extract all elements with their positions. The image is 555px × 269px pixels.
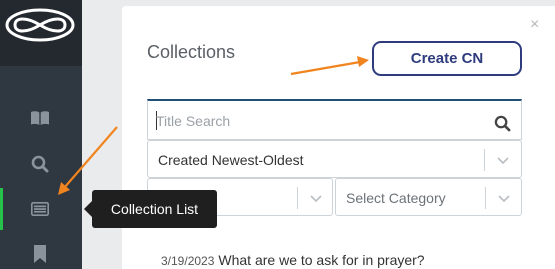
bookmark-icon: [34, 245, 46, 263]
logo-area: [0, 0, 82, 66]
search-icon[interactable]: [494, 115, 511, 132]
book-open-icon: [31, 111, 49, 125]
sidebar-item-library[interactable]: [24, 106, 56, 130]
title-search-box: [147, 99, 522, 140]
active-indicator: [0, 188, 3, 230]
category-select-placeholder: Select Category: [346, 190, 446, 206]
select-separator: [485, 187, 486, 209]
select-separator: [484, 149, 485, 171]
close-icon[interactable]: ×: [530, 16, 539, 34]
list-item[interactable]: 3/19/2023 What are we to ask for in praye…: [161, 252, 425, 268]
sidebar: [0, 0, 82, 269]
search-icon: [31, 155, 49, 173]
sidebar-item-collection-list[interactable]: [24, 197, 56, 221]
sort-select[interactable]: Created Newest-Oldest: [147, 140, 522, 178]
item-title: What are we to ask for in prayer?: [218, 252, 425, 268]
chevron-down-icon: [498, 195, 510, 203]
tooltip: Collection List: [92, 190, 217, 228]
sort-select-value: Created Newest-Oldest: [158, 152, 304, 168]
sidebar-item-bookmarks[interactable]: [24, 242, 56, 266]
infinity-logo-icon[interactable]: [5, 8, 75, 42]
list-icon: [31, 202, 49, 216]
select-separator: [297, 187, 298, 209]
item-date: 3/19/2023: [161, 254, 215, 268]
tooltip-pointer: [84, 201, 92, 217]
create-cn-button[interactable]: Create CN: [372, 41, 522, 76]
chevron-down-icon: [310, 195, 322, 203]
category-select[interactable]: Select Category: [335, 178, 522, 216]
title-search-input[interactable]: [156, 110, 486, 132]
chevron-down-icon: [497, 157, 509, 165]
sidebar-item-search[interactable]: [24, 152, 56, 176]
page-title: Collections: [147, 42, 236, 62]
